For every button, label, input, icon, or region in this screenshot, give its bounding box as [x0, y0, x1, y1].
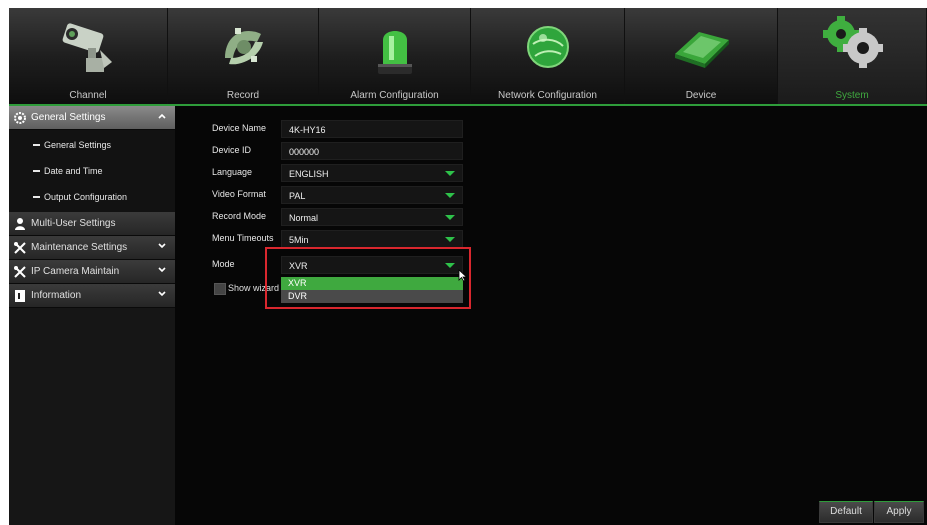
sidebar-subitem-label: Date and Time	[44, 166, 103, 176]
video-format-value: PAL	[289, 191, 306, 201]
menu-timeouts-label: Menu Timeouts	[212, 233, 274, 243]
tab-network-configuration-label: Network Configuration	[498, 90, 597, 101]
mode-label: Mode	[212, 259, 235, 269]
main-panel: Device Name 4K-HY16 Device ID 000000 Lan…	[175, 106, 927, 525]
language-select[interactable]: ENGLISH	[281, 164, 463, 182]
sidebar-item-general-settings[interactable]: General Settings	[9, 106, 175, 130]
tools-icon	[13, 265, 27, 279]
info-book-icon	[13, 289, 27, 303]
language-value: ENGLISH	[289, 169, 329, 179]
chevron-down-icon	[157, 289, 167, 299]
dropdown-arrow-icon	[445, 215, 455, 220]
sidebar-subitem-date-and-time[interactable]: Date and Time	[9, 158, 175, 184]
alarm-light-icon	[373, 20, 417, 81]
sidebar: General Settings General Settings Date a…	[9, 106, 175, 525]
sidebar-item-label: Information	[31, 290, 82, 301]
record-mode-select[interactable]: Normal	[281, 208, 463, 226]
dropdown-arrow-icon	[445, 237, 455, 242]
camera-icon	[56, 20, 120, 77]
tab-channel[interactable]: Channel	[9, 8, 168, 106]
dropdown-arrow-icon	[445, 171, 455, 176]
chevron-down-icon	[157, 241, 167, 251]
video-format-label: Video Format	[212, 189, 266, 199]
tab-alarm-configuration-label: Alarm Configuration	[350, 90, 439, 101]
mode-option-xvr[interactable]: XVR	[281, 277, 463, 290]
film-reel-icon	[215, 20, 271, 77]
sidebar-item-label: Maintenance Settings	[31, 242, 128, 253]
tab-device-label: Device	[685, 90, 717, 101]
tab-device[interactable]: Device	[625, 8, 778, 106]
video-format-select[interactable]: PAL	[281, 186, 463, 204]
mode-option-label: XVR	[288, 278, 307, 288]
checkbox-box[interactable]	[214, 283, 226, 295]
mouse-cursor-icon	[458, 269, 468, 285]
chevron-up-icon	[157, 111, 167, 121]
sidebar-item-multi-user-settings[interactable]: Multi-User Settings	[9, 212, 175, 236]
app-window: Channel Record Alarm Configuration Netwo…	[9, 8, 927, 525]
dash-icon	[33, 170, 40, 172]
menu-timeouts-value: 5Min	[289, 235, 309, 245]
sidebar-subitem-output-configuration[interactable]: Output Configuration	[9, 184, 175, 210]
show-wizard-label: Show wizard	[228, 283, 280, 293]
mode-dropdown-list: XVR DVR	[281, 277, 463, 303]
tools-icon	[13, 241, 27, 255]
sidebar-item-maintenance-settings[interactable]: Maintenance Settings	[9, 236, 175, 260]
mode-option-dvr[interactable]: DVR	[281, 290, 463, 303]
device-name-value: 4K-HY16	[289, 125, 326, 135]
sidebar-item-ip-camera-maintain[interactable]: IP Camera Maintain	[9, 260, 175, 284]
hard-drive-icon	[669, 20, 733, 75]
dropdown-arrow-icon	[445, 263, 455, 268]
record-mode-value: Normal	[289, 213, 319, 223]
sidebar-item-information[interactable]: Information	[9, 284, 175, 308]
mode-select[interactable]: XVR	[281, 256, 463, 274]
sidebar-subitem-label: Output Configuration	[44, 192, 128, 202]
device-id-input[interactable]: 000000	[281, 142, 463, 160]
sidebar-subitem-general-settings[interactable]: General Settings	[9, 132, 175, 158]
tab-alarm-configuration[interactable]: Alarm Configuration	[319, 8, 471, 106]
user-icon	[13, 217, 27, 231]
device-name-label: Device Name	[212, 123, 267, 133]
sidebar-item-label: Multi-User Settings	[31, 218, 116, 229]
tab-record[interactable]: Record	[168, 8, 319, 106]
gear-icon	[13, 111, 27, 125]
sidebar-item-label: IP Camera Maintain	[31, 266, 120, 277]
tab-network-configuration[interactable]: Network Configuration	[471, 8, 625, 106]
device-name-input[interactable]: 4K-HY16	[281, 120, 463, 138]
default-button[interactable]: Default	[819, 501, 873, 523]
dash-icon	[33, 196, 40, 198]
tab-system-label: System	[835, 90, 869, 101]
gears-icon	[817, 14, 887, 75]
device-id-label: Device ID	[212, 145, 252, 155]
mode-value: XVR	[289, 261, 308, 271]
tab-record-label: Record	[226, 90, 260, 101]
menu-timeouts-select[interactable]: 5Min	[281, 230, 463, 248]
language-label: Language	[212, 167, 253, 177]
apply-button[interactable]: Apply	[874, 501, 924, 523]
device-id-value: 000000	[289, 147, 320, 157]
sidebar-item-label: General Settings	[31, 112, 106, 123]
tab-system[interactable]: System	[778, 8, 927, 106]
dash-icon	[33, 144, 40, 146]
top-navigation: Channel Record Alarm Configuration Netwo…	[9, 8, 927, 106]
dropdown-arrow-icon	[445, 193, 455, 198]
general-settings-submenu: General Settings Date and Time Output Co…	[9, 130, 175, 212]
mode-option-label: DVR	[288, 291, 308, 301]
record-mode-label: Record Mode	[212, 211, 267, 221]
sidebar-subitem-label: General Settings	[44, 140, 112, 150]
chevron-down-icon	[157, 265, 167, 275]
tab-channel-label: Channel	[69, 90, 107, 101]
globe-icon	[521, 20, 575, 77]
